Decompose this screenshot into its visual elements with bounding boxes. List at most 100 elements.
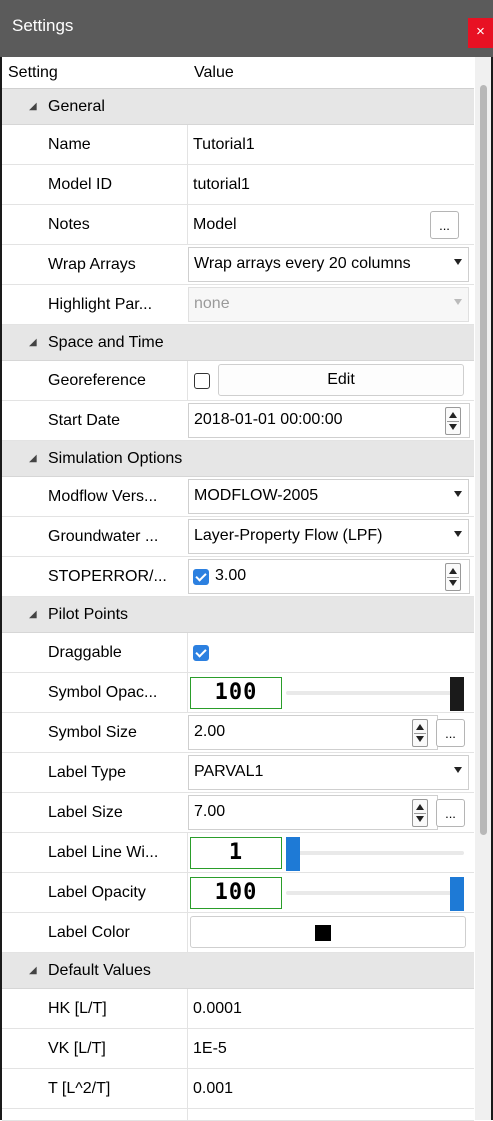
window-title: Settings [12, 16, 74, 35]
category-general[interactable]: ◢ General [2, 89, 474, 125]
chevron-down-icon [454, 767, 462, 773]
spin-up-icon[interactable] [449, 412, 457, 418]
georeference-edit-button[interactable]: Edit [218, 364, 464, 396]
label-size-more-button[interactable]: ... [436, 799, 465, 827]
symbol-size-spinner[interactable] [412, 719, 428, 747]
georeference-checkbox[interactable] [194, 373, 210, 389]
modflow-version-dropdown[interactable]: MODFLOW-2005 [188, 479, 469, 514]
column-divider [187, 205, 188, 245]
label-size-spinner[interactable] [412, 799, 428, 827]
category-label: Pilot Points [48, 606, 129, 623]
highlight-dropdown: none [188, 287, 469, 322]
setting-name: Symbol Size [48, 724, 137, 741]
collapse-triangle-icon[interactable]: ◢ [29, 965, 37, 976]
row-model-id: Model ID tutorial1 [2, 165, 474, 205]
row-label-opacity: Label Opacity 100 [2, 873, 474, 913]
column-divider [187, 165, 188, 205]
row-stoperror: STOPERROR/... 3.00 [2, 557, 474, 597]
stoperror-spinner[interactable] [445, 563, 461, 591]
category-label: General [48, 98, 105, 115]
label-size-field[interactable]: 7.00 [188, 795, 438, 830]
row-modflow-version: Modflow Vers... MODFLOW-2005 [2, 477, 474, 517]
symbol-opacity-slider-track[interactable] [286, 691, 464, 695]
label-opacity-slider-thumb[interactable] [450, 877, 464, 911]
label-line-width-slider-thumb[interactable] [286, 837, 300, 871]
spin-down-icon[interactable] [449, 424, 457, 430]
setting-name: Symbol Opac... [48, 684, 158, 701]
model-id-value[interactable]: tutorial1 [193, 165, 250, 205]
dropdown-value: Layer-Property Flow (LPF) [194, 527, 383, 544]
column-divider [187, 125, 188, 165]
collapse-triangle-icon[interactable]: ◢ [29, 101, 37, 112]
wrap-arrays-dropdown[interactable]: Wrap arrays every 20 columns [188, 247, 469, 282]
row-label-line-width: Label Line Wi... 1 [2, 833, 474, 873]
symbol-opacity-slider-thumb[interactable] [450, 677, 464, 711]
symbol-opacity-display: 100 [190, 677, 282, 709]
spin-up-icon[interactable] [416, 724, 424, 730]
setting-name: HK [L/T] [48, 1000, 107, 1017]
start-date-field[interactable]: 2018-01-01 00:00:00 [188, 403, 470, 438]
spin-down-icon[interactable] [416, 736, 424, 742]
t-value[interactable]: 0.001 [193, 1069, 233, 1109]
label-opacity-slider-track[interactable] [286, 891, 464, 895]
draggable-checkbox[interactable] [193, 645, 209, 661]
name-value[interactable]: Tutorial1 [193, 125, 255, 165]
row-partial [2, 1109, 474, 1121]
color-swatch [315, 925, 331, 941]
column-divider [187, 633, 188, 673]
setting-name: Label Line Wi... [48, 844, 159, 861]
row-label-type: Label Type PARVAL1 [2, 753, 474, 793]
symbol-size-field[interactable]: 2.00 [188, 715, 438, 750]
label-type-dropdown[interactable]: PARVAL1 [188, 755, 469, 790]
row-georeference: Georeference Edit [2, 361, 474, 401]
setting-name: Label Type [48, 764, 126, 781]
spin-down-icon[interactable] [416, 816, 424, 822]
row-start-date: Start Date 2018-01-01 00:00:00 [2, 401, 474, 441]
label-line-width-slider-track[interactable] [286, 851, 464, 855]
setting-name: Draggable [48, 644, 122, 661]
dropdown-value: Wrap arrays every 20 columns [194, 255, 411, 272]
setting-name: Groundwater ... [48, 528, 159, 545]
column-divider [187, 833, 188, 873]
setting-name: Label Size [48, 804, 123, 821]
setting-name: VK [L/T] [48, 1040, 106, 1057]
category-label: Simulation Options [48, 450, 183, 467]
setting-name: Start Date [48, 412, 121, 429]
collapse-triangle-icon[interactable]: ◢ [29, 337, 37, 348]
column-divider [187, 989, 188, 1029]
groundwater-dropdown[interactable]: Layer-Property Flow (LPF) [188, 519, 469, 554]
close-button[interactable]: × [468, 18, 493, 48]
row-name: Name Tutorial1 [2, 125, 474, 165]
category-pilot-points[interactable]: ◢ Pilot Points [2, 597, 474, 633]
row-wrap-arrays: Wrap Arrays Wrap arrays every 20 columns [2, 245, 474, 285]
setting-name: Label Opacity [48, 884, 146, 901]
setting-name: Model ID [48, 176, 113, 193]
vk-value[interactable]: 1E-5 [193, 1029, 227, 1069]
category-space-and-time[interactable]: ◢ Space and Time [2, 325, 474, 361]
scrollbar-thumb[interactable] [480, 85, 487, 835]
category-simulation-options[interactable]: ◢ Simulation Options [2, 441, 474, 477]
row-symbol-size: Symbol Size 2.00 ... [2, 713, 474, 753]
hk-value[interactable]: 0.0001 [193, 989, 242, 1029]
notes-edit-button[interactable]: ... [430, 211, 459, 239]
category-default-values[interactable]: ◢ Default Values [2, 953, 474, 989]
spinner-divider [414, 813, 426, 814]
row-groundwater: Groundwater ... Layer-Property Flow (LPF… [2, 517, 474, 557]
title-bar: Settings × [0, 0, 493, 57]
row-notes: Notes Model ... [2, 205, 474, 245]
start-date-spinner[interactable] [445, 407, 461, 435]
stoperror-checkbox[interactable] [193, 569, 209, 585]
symbol-size-more-button[interactable]: ... [436, 719, 465, 747]
notes-value[interactable]: Model [193, 205, 237, 245]
stoperror-value: 3.00 [215, 567, 247, 584]
stoperror-field[interactable]: 3.00 [188, 559, 470, 594]
collapse-triangle-icon[interactable]: ◢ [29, 609, 37, 620]
chevron-down-icon [454, 259, 462, 265]
label-color-button[interactable] [190, 916, 466, 948]
spin-down-icon[interactable] [449, 580, 457, 586]
collapse-triangle-icon[interactable]: ◢ [29, 453, 37, 464]
setting-name: Georeference [48, 372, 146, 389]
row-draggable: Draggable [2, 633, 474, 673]
spin-up-icon[interactable] [449, 568, 457, 574]
spin-up-icon[interactable] [416, 804, 424, 810]
